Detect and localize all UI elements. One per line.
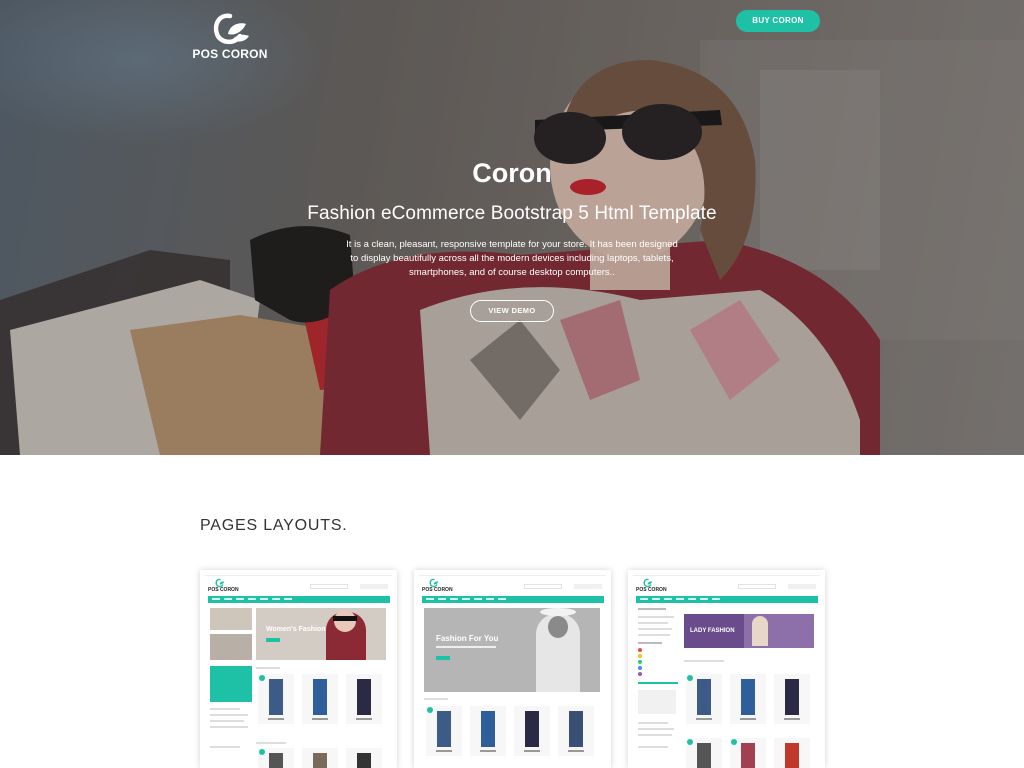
- mini-product: [774, 738, 810, 768]
- layout-cards: POS CORON Women's Fashion POS CORON Fash…: [200, 570, 826, 768]
- layout-card-2[interactable]: POS CORON Fashion For You: [414, 570, 611, 768]
- layout-card-3[interactable]: POS CORON LADY FASHION: [628, 570, 825, 768]
- mini-topbar: [205, 573, 392, 576]
- mini-banner-text: Fashion For You: [436, 634, 499, 643]
- view-demo-button[interactable]: VIEW DEMO: [470, 300, 554, 322]
- layout-card-1[interactable]: POS CORON Women's Fashion: [200, 570, 397, 768]
- mini-nav-bar: [422, 596, 604, 603]
- mini-banner-text: Women's Fashion: [266, 626, 326, 633]
- hero-description: It is a clean, pleasant, responsive temp…: [346, 239, 678, 278]
- hero-overlay: [0, 0, 1024, 455]
- mini-product: [686, 738, 722, 768]
- layouts-section-title: PAGES LAYOUTS.: [200, 517, 348, 534]
- mini-product: [470, 706, 506, 756]
- mini-side-banner: [210, 608, 252, 630]
- mini-product: [302, 748, 338, 768]
- mini-product: [346, 748, 382, 768]
- mini-category-menu: [210, 666, 252, 702]
- mini-header-icons: [360, 584, 388, 589]
- mini-product: [774, 674, 810, 724]
- mini-product: [730, 674, 766, 724]
- buy-button[interactable]: BUY CORON: [736, 10, 820, 32]
- mini-header-icons: [574, 584, 602, 589]
- mini-product: [426, 706, 462, 756]
- mini-product: [514, 706, 550, 756]
- mini-product: [558, 706, 594, 756]
- mini-product: [258, 748, 294, 768]
- mini-product: [346, 674, 382, 724]
- mini-search: [310, 584, 348, 589]
- hero-banner: POS CORON BUY CORON Coron Fashion eComme…: [0, 0, 1024, 455]
- mini-search: [738, 584, 776, 589]
- mini-logo-text: POS CORON: [208, 587, 239, 593]
- mini-nav-bar: [208, 596, 390, 603]
- mini-side-banner: [210, 634, 252, 660]
- leaf-c-logo-icon: [213, 13, 249, 44]
- mini-header-icons: [788, 584, 816, 589]
- mini-logo-text: POS CORON: [422, 587, 453, 593]
- site-logo[interactable]: POS CORON: [192, 12, 268, 64]
- hero-title: Coron: [472, 158, 552, 188]
- mini-hero-banner: LADY FASHION: [684, 614, 814, 648]
- mini-topbar: [633, 573, 820, 576]
- logo-text: POS CORON: [192, 47, 268, 61]
- mini-product: [686, 674, 722, 724]
- mini-banner-text: LADY FASHION: [690, 628, 735, 634]
- mini-nav-bar: [636, 596, 818, 603]
- mini-product: [258, 674, 294, 724]
- mini-hero-banner: Women's Fashion: [256, 608, 386, 660]
- mini-logo-text: POS CORON: [636, 587, 667, 593]
- mini-product: [302, 674, 338, 724]
- mini-hero-banner: Fashion For You: [424, 608, 600, 692]
- mini-product: [730, 738, 766, 768]
- hero-subtitle: Fashion eCommerce Bootstrap 5 Html Templ…: [307, 203, 717, 224]
- mini-search: [524, 584, 562, 589]
- mini-topbar: [419, 573, 606, 576]
